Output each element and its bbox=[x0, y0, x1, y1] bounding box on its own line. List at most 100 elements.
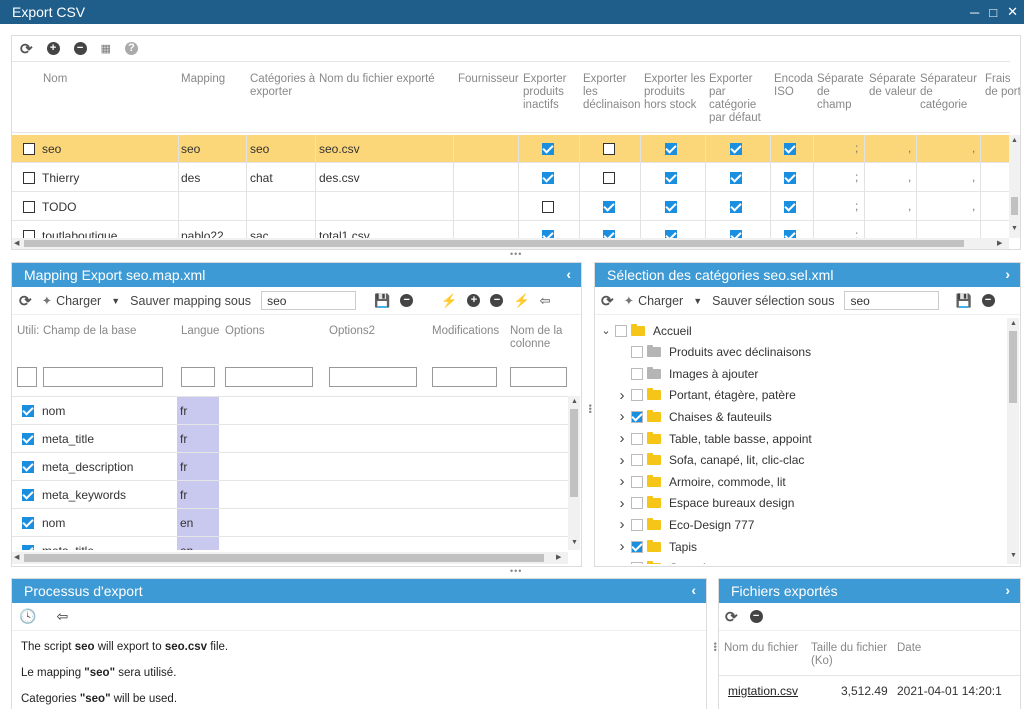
used-checkbox[interactable] bbox=[22, 433, 34, 445]
chevron-right-icon[interactable]: › bbox=[615, 408, 629, 425]
table-row[interactable]: toutlaboutique pablo22 sac total1.csv ; bbox=[12, 222, 1010, 238]
tree-item[interactable]: › Espace bureaux design bbox=[595, 493, 795, 514]
grid-icon[interactable]: ▦ bbox=[101, 42, 111, 55]
bolt-off-icon[interactable]: ⚡ bbox=[513, 293, 529, 309]
tree-item[interactable]: › Sofa, canapé, lit, clic-clac bbox=[595, 450, 805, 471]
remove-icon[interactable]: − bbox=[981, 294, 995, 307]
tree-item[interactable]: Coussins bbox=[595, 558, 718, 564]
filter-champ[interactable] bbox=[43, 367, 163, 387]
expand-icon[interactable]: › bbox=[1005, 582, 1010, 598]
chevron-right-icon[interactable]: › bbox=[615, 473, 629, 490]
table-row[interactable]: seo seo seo seo.csv ; , , bbox=[12, 135, 1010, 163]
exports-vscroll[interactable]: ▲ ▼ bbox=[1009, 135, 1020, 238]
iso-checkbox[interactable] bbox=[784, 143, 796, 155]
defaut-checkbox[interactable] bbox=[730, 172, 742, 184]
declinaison-checkbox[interactable] bbox=[603, 230, 615, 238]
col-options2[interactable]: Options2 bbox=[329, 325, 419, 338]
table-row[interactable]: meta_title en bbox=[12, 537, 568, 550]
col-langue[interactable]: Langue bbox=[181, 325, 226, 338]
tree-item[interactable]: › Tapis bbox=[595, 536, 698, 557]
horsstock-checkbox[interactable] bbox=[665, 143, 677, 155]
category-checkbox[interactable] bbox=[631, 410, 643, 423]
tree-vscroll[interactable]: ▲ ▼ bbox=[1007, 318, 1019, 564]
category-checkbox[interactable] bbox=[631, 389, 643, 402]
col-file-date[interactable]: Date bbox=[897, 642, 957, 655]
import-icon[interactable]: ⇦ bbox=[540, 293, 551, 309]
defaut-checkbox[interactable] bbox=[730, 201, 742, 213]
table-row[interactable]: meta_title fr bbox=[12, 425, 568, 453]
category-checkbox[interactable] bbox=[631, 518, 643, 531]
inactifs-checkbox[interactable] bbox=[542, 172, 554, 184]
category-checkbox[interactable] bbox=[631, 475, 643, 488]
filter-options[interactable] bbox=[225, 367, 313, 387]
category-checkbox[interactable] bbox=[631, 346, 643, 359]
declinaison-checkbox[interactable] bbox=[603, 172, 615, 184]
maximize-icon[interactable]: □ bbox=[989, 5, 997, 20]
row-checkbox[interactable] bbox=[23, 172, 35, 184]
chevron-right-icon[interactable]: › bbox=[615, 495, 629, 512]
category-checkbox[interactable] bbox=[631, 540, 643, 553]
load-button[interactable]: ✦ Charger ▼ bbox=[624, 293, 703, 309]
table-row[interactable]: TODO ; , , bbox=[12, 193, 1010, 221]
category-checkbox[interactable] bbox=[631, 454, 643, 467]
category-checkbox[interactable] bbox=[631, 562, 643, 564]
filter-utilise[interactable] bbox=[17, 367, 37, 387]
filter-langue[interactable] bbox=[181, 367, 215, 387]
iso-checkbox[interactable] bbox=[784, 201, 796, 213]
chevron-right-icon[interactable]: › bbox=[615, 516, 629, 533]
col-champ[interactable]: Champ de la base bbox=[43, 325, 173, 338]
filter-modifications[interactable] bbox=[432, 367, 497, 387]
used-checkbox[interactable] bbox=[22, 489, 34, 501]
defaut-checkbox[interactable] bbox=[730, 230, 742, 238]
inactifs-checkbox[interactable] bbox=[542, 230, 554, 238]
remove-icon[interactable]: − bbox=[490, 294, 504, 307]
close-icon[interactable]: ✕ bbox=[1007, 4, 1018, 20]
category-checkbox[interactable] bbox=[631, 367, 643, 380]
category-checkbox[interactable] bbox=[631, 432, 643, 445]
remove-icon[interactable]: − bbox=[749, 610, 763, 623]
col-defaut[interactable]: Exporter par catégorie par défaut bbox=[709, 73, 767, 125]
filter-options2[interactable] bbox=[329, 367, 417, 387]
col-options[interactable]: Options bbox=[225, 325, 315, 338]
add-icon[interactable]: + bbox=[467, 294, 481, 307]
used-checkbox[interactable] bbox=[22, 405, 34, 417]
used-checkbox[interactable] bbox=[22, 461, 34, 473]
iso-checkbox[interactable] bbox=[784, 230, 796, 238]
iso-checkbox[interactable] bbox=[784, 172, 796, 184]
tree-item[interactable]: › Armoire, commode, lit bbox=[595, 471, 786, 492]
declinaison-checkbox[interactable] bbox=[603, 143, 615, 155]
defaut-checkbox[interactable] bbox=[730, 143, 742, 155]
chevron-right-icon[interactable]: › bbox=[615, 430, 629, 447]
mapping-vscroll[interactable]: ▲ ▼ bbox=[568, 396, 580, 550]
col-modifications[interactable]: Modifications bbox=[432, 325, 507, 338]
tree-item[interactable]: › Eco-Design 777 bbox=[595, 514, 755, 535]
filter-nom-colonne[interactable] bbox=[510, 367, 567, 387]
refresh-icon[interactable]: ⟳ bbox=[20, 40, 33, 58]
col-iso[interactable]: Encoda ISO bbox=[774, 73, 814, 99]
col-mapping[interactable]: Mapping bbox=[181, 73, 241, 86]
refresh-icon[interactable]: ⟳ bbox=[725, 608, 738, 626]
row-checkbox[interactable] bbox=[23, 201, 35, 213]
col-nom[interactable]: Nom bbox=[43, 73, 163, 86]
tree-item[interactable]: Images à ajouter bbox=[595, 363, 758, 384]
chevron-right-icon[interactable]: › bbox=[615, 538, 629, 555]
bolt-icon[interactable]: ⚡ bbox=[441, 293, 457, 309]
tree-item[interactable]: › Portant, étagère, patère bbox=[595, 385, 796, 406]
expand-icon[interactable]: › bbox=[1005, 266, 1010, 282]
file-link[interactable]: migtation.csv bbox=[728, 684, 798, 698]
tree-item[interactable]: ⌄ Accueil bbox=[595, 320, 692, 341]
help-icon[interactable]: ? bbox=[124, 42, 138, 55]
refresh-icon[interactable]: ⟳ bbox=[601, 292, 614, 310]
table-row[interactable]: nom en bbox=[12, 509, 568, 537]
inactifs-checkbox[interactable] bbox=[542, 143, 554, 155]
declinaison-checkbox[interactable] bbox=[603, 201, 615, 213]
add-icon[interactable]: + bbox=[46, 42, 60, 55]
chevron-right-icon[interactable]: › bbox=[615, 452, 629, 469]
exports-hscroll[interactable]: ◀ ▶ bbox=[12, 238, 1009, 249]
col-sep-cat[interactable]: Séparateur de catégorie bbox=[920, 73, 980, 112]
tree-item[interactable]: › Table, table basse, appoint bbox=[595, 428, 812, 449]
chevron-down-icon[interactable]: ⌄ bbox=[599, 324, 613, 337]
chevron-right-icon[interactable]: › bbox=[615, 387, 629, 404]
collapse-icon[interactable]: ‹ bbox=[566, 266, 571, 282]
table-row[interactable]: Thierry des chat des.csv ; , , bbox=[12, 164, 1010, 192]
